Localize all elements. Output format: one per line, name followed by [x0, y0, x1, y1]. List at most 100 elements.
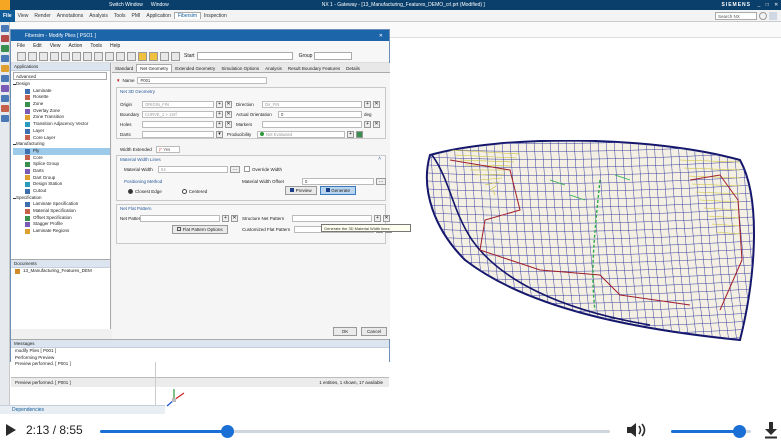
cut-icon[interactable]	[72, 51, 81, 61]
dialog-menu-edit[interactable]: Edit	[33, 43, 42, 49]
ribbon-tab-pmi[interactable]: PMI	[129, 13, 144, 19]
material-width-field[interactable]: 54	[158, 165, 228, 173]
closest-edge-radio[interactable]	[128, 188, 133, 194]
start-dropdown[interactable]	[196, 52, 293, 60]
select-icon[interactable]	[138, 51, 147, 61]
volume-handle[interactable]	[733, 425, 746, 438]
cancel-button[interactable]: Cancel	[361, 327, 387, 336]
system-materials-icon[interactable]	[1, 85, 9, 92]
clear-direction-icon[interactable]: ✕	[373, 100, 380, 108]
width-extended-field[interactable]: ◸ Yes	[156, 145, 180, 153]
clear-holes-icon[interactable]: ✕	[225, 120, 232, 128]
dialog-menu-tools[interactable]: Tools	[90, 43, 102, 49]
tree-section-specification[interactable]: ▬ Specification	[13, 195, 110, 202]
viewport-3d-part[interactable]	[390, 140, 781, 350]
reuse-library-icon[interactable]	[1, 45, 9, 52]
evaluate-icon[interactable]: +	[347, 130, 354, 138]
pick-boundary-icon[interactable]: +	[216, 110, 223, 118]
tree-item-core[interactable]: Core	[13, 155, 110, 162]
palette-icon[interactable]	[1, 115, 9, 122]
ribbon-tab-annotations[interactable]: Annotations	[54, 13, 86, 19]
tree-item-dart-group[interactable]: Dart Group	[13, 175, 110, 182]
dialog-menu-view[interactable]: View	[50, 43, 61, 49]
offset-options-icon[interactable]: …	[376, 177, 386, 185]
close-icon[interactable]: ✕	[379, 33, 383, 39]
search-commands-input[interactable]: Search NX commands	[715, 11, 757, 26]
tree-item-darts[interactable]: Darts	[13, 168, 110, 175]
volume-icon[interactable]	[626, 422, 648, 438]
clear-boundary-icon[interactable]: ✕	[225, 110, 232, 118]
pick-direction-icon[interactable]: +	[364, 100, 371, 108]
pane-divider[interactable]	[155, 362, 156, 405]
preview-button[interactable]: Preview	[285, 186, 317, 195]
pick-markers-icon[interactable]: +	[364, 120, 371, 128]
tab-simulation-options[interactable]: Simulation Options	[218, 65, 262, 72]
tree-section-manufacturing[interactable]: ▬ Manufacturing	[13, 141, 110, 148]
tree-item-transition-adjacency-vector[interactable]: Transition Adjacency Vector	[13, 121, 110, 128]
redo-icon[interactable]	[61, 51, 70, 61]
switch-window-button[interactable]: Switch Window	[105, 2, 147, 8]
tree-item-laminate-specification[interactable]: Laminate Specification	[13, 201, 110, 208]
tab-net-geometry[interactable]: Net Geometry	[136, 64, 173, 72]
ribbon-tab-fibersim[interactable]: Fibersim	[173, 12, 202, 19]
tree-item-laminate-regions[interactable]: Laminate Regions	[13, 228, 110, 235]
navigator-icon[interactable]	[1, 25, 9, 32]
help-icon[interactable]	[769, 11, 777, 20]
roles-icon[interactable]	[1, 65, 9, 72]
mode-dropdown[interactable]: Advanced	[13, 72, 107, 80]
window-menu[interactable]: Window	[147, 2, 173, 8]
history-icon[interactable]	[1, 55, 9, 62]
manufacturing-wizards-icon[interactable]	[1, 105, 9, 112]
darts-field[interactable]	[142, 130, 214, 138]
net-pattern-field[interactable]	[140, 214, 220, 222]
holes-field[interactable]	[142, 120, 214, 128]
dependencies-panel[interactable]: Dependencies	[0, 405, 165, 414]
pick-structure-pattern-icon[interactable]: +	[374, 214, 381, 222]
tree-item-zone-transition[interactable]: Zone Transition	[13, 114, 110, 121]
fit-icon[interactable]	[171, 51, 180, 61]
tab-standard[interactable]: Standard	[112, 65, 136, 72]
structure-net-pattern-field[interactable]	[292, 214, 372, 222]
ribbon-tab-view[interactable]: View	[15, 13, 32, 19]
tree-item-rosette[interactable]: Rosette	[13, 94, 110, 101]
clear-structure-pattern-icon[interactable]: ✕	[383, 214, 390, 222]
document-item[interactable]: 13_Manufacturing_Features_DEM	[11, 268, 110, 275]
tree-item-core-layer[interactable]: Core Layer	[13, 135, 110, 142]
ribbon-tab-analysis[interactable]: Analysis	[86, 13, 111, 19]
undo-icon[interactable]	[50, 51, 59, 61]
tree-item-ply[interactable]: Ply	[13, 147, 110, 155]
tree-item-material-specification[interactable]: Material Specification	[13, 208, 110, 215]
direction-field[interactable]: Dir_FIN	[262, 100, 362, 108]
dialog-menu-file[interactable]: File	[17, 43, 25, 49]
ribbon-tab-render[interactable]: Render	[31, 13, 53, 19]
tree-item-zone[interactable]: Zone	[13, 101, 110, 108]
ribbon-tab-application[interactable]: Application	[143, 13, 173, 19]
volume-slider[interactable]	[671, 425, 751, 438]
tree-item-design-station[interactable]: Design Station	[13, 181, 110, 188]
ok-button[interactable]: OK	[333, 327, 357, 336]
seek-bar[interactable]	[100, 425, 610, 438]
new-icon[interactable]	[17, 51, 26, 61]
name-field[interactable]: P001	[137, 76, 268, 84]
tab-analysis[interactable]: Analysis	[262, 65, 285, 72]
collapse-icon[interactable]: ˄	[378, 156, 381, 162]
minimize-icon[interactable]: _	[758, 2, 761, 8]
override-width-checkbox[interactable]	[244, 166, 250, 172]
markers-field[interactable]	[262, 120, 362, 128]
boundary-field[interactable]: CURVE_1 > 1Srf	[142, 110, 214, 118]
close-icon[interactable]: ✕	[774, 2, 778, 8]
pick-holes-icon[interactable]: +	[216, 120, 223, 128]
material-width-offset-field[interactable]: 0	[302, 177, 374, 185]
maximize-icon[interactable]: □	[766, 2, 769, 8]
tree-item-splice-group[interactable]: Splice Group	[13, 161, 110, 168]
centered-radio[interactable]	[181, 188, 187, 194]
tree-item-overlay-zone[interactable]: Overlay Zone	[13, 108, 110, 115]
material-width-options-icon[interactable]: …	[230, 165, 240, 173]
generate-button[interactable]: Generate	[320, 186, 356, 195]
dialog-menu-action[interactable]: Action	[68, 43, 82, 49]
paste-icon[interactable]	[94, 51, 103, 61]
process-studio-icon[interactable]	[1, 95, 9, 102]
copy-icon[interactable]	[83, 51, 92, 61]
dialog-menu-help[interactable]: Help	[110, 43, 120, 49]
highlight-icon[interactable]	[160, 51, 169, 61]
